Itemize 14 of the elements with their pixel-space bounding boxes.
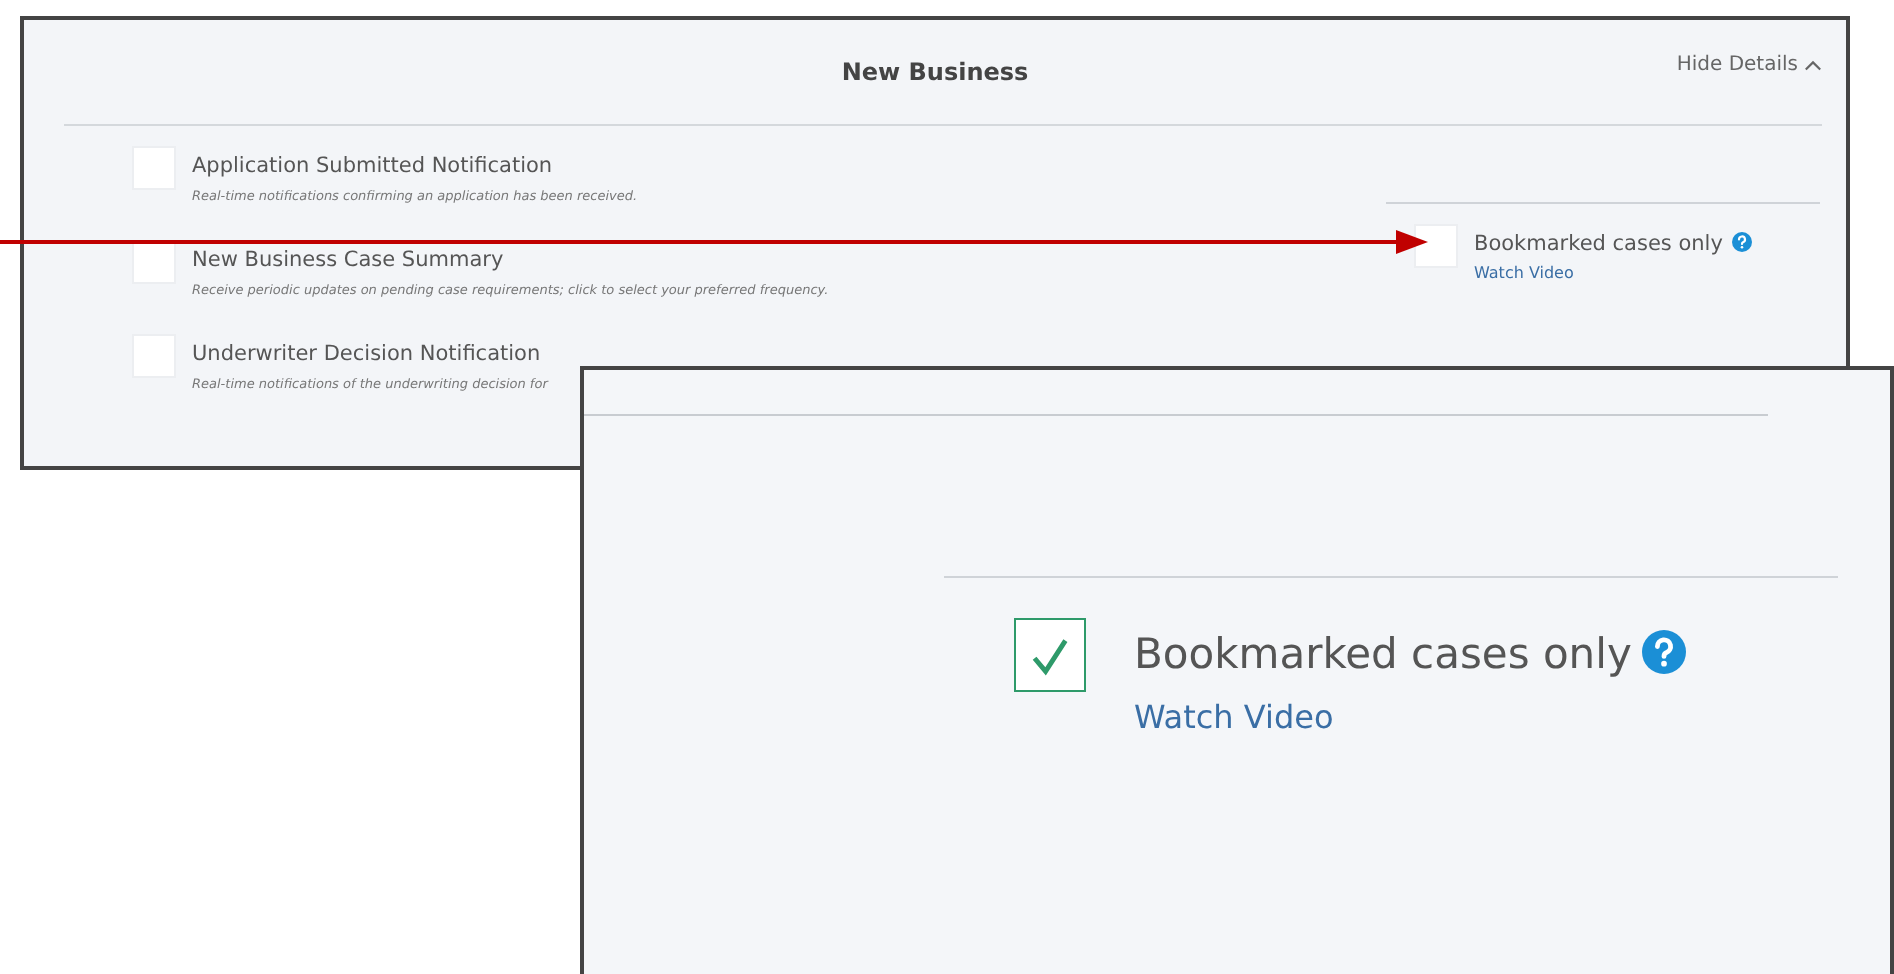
bookmark-label: Bookmarked cases only (1134, 630, 1632, 678)
watch-video-link[interactable]: Watch Video (1474, 264, 1753, 282)
notification-title: New Business Case Summary (192, 248, 506, 272)
section-title: New Business (841, 58, 1029, 86)
bookmark-label: Bookmarked cases only (1474, 232, 1723, 256)
checkbox[interactable] (1014, 618, 1086, 692)
notification-title: Underwriter Decision Notification (192, 342, 543, 366)
hide-details-toggle[interactable]: Hide Details (1676, 54, 1822, 76)
notification-title: Application Submitted Notification (192, 154, 555, 178)
watch-video-link[interactable]: Watch Video (1134, 698, 1686, 736)
chevron-icon (1804, 59, 1822, 71)
help-icon[interactable] (1641, 630, 1686, 674)
checkmark-icon (1028, 633, 1072, 677)
help-icon[interactable] (1732, 232, 1753, 252)
